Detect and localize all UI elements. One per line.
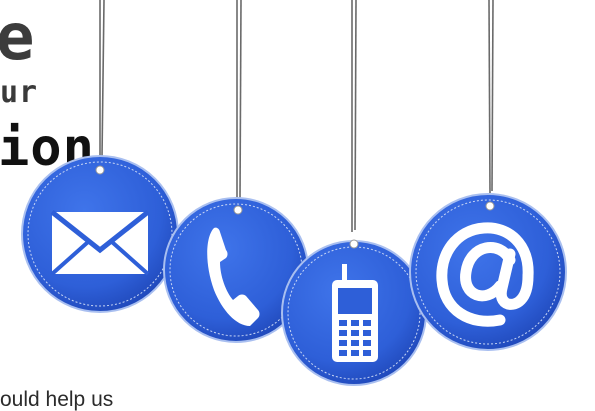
tag-at: [409, 193, 567, 351]
tag-mobile: [281, 239, 427, 386]
string-1b: [101, 0, 105, 159]
string-4: [488, 0, 491, 194]
string-3b: [354, 0, 357, 231]
string-2b: [239, 0, 242, 199]
caption-text: ould help us: [0, 388, 114, 411]
tag-envelope: [21, 155, 179, 313]
string-4b: [491, 0, 494, 192]
envelope-icon: [50, 210, 150, 276]
hanging-contact-tags: [21, 0, 567, 386]
contact-graphic: e ur ion ould help us: [0, 0, 595, 411]
